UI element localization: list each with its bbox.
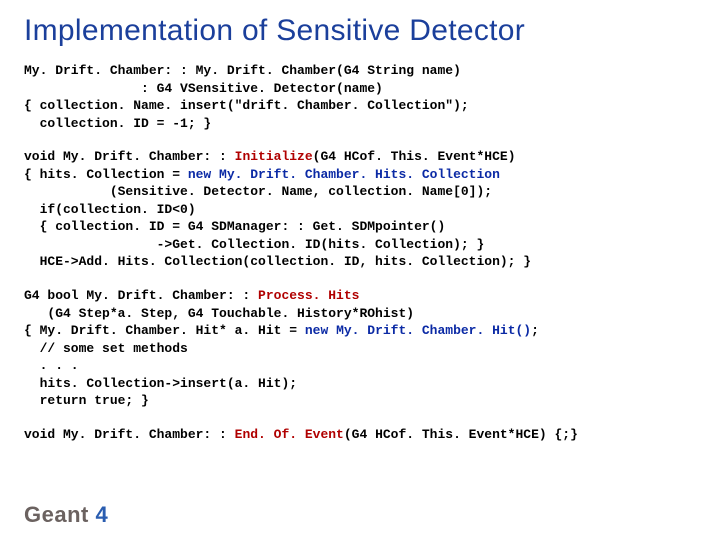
page-title: Implementation of Sensitive Detector	[24, 14, 696, 48]
geant4-logo: Geant 4	[24, 502, 108, 528]
code-processhits: G4 bool My. Drift. Chamber: : Process. H…	[24, 287, 696, 410]
code-endofevent: void My. Drift. Chamber: : End. Of. Even…	[24, 426, 696, 444]
code-constructor: My. Drift. Chamber: : My. Drift. Chamber…	[24, 62, 696, 132]
code-initialize: void My. Drift. Chamber: : Initialize(G4…	[24, 148, 696, 271]
